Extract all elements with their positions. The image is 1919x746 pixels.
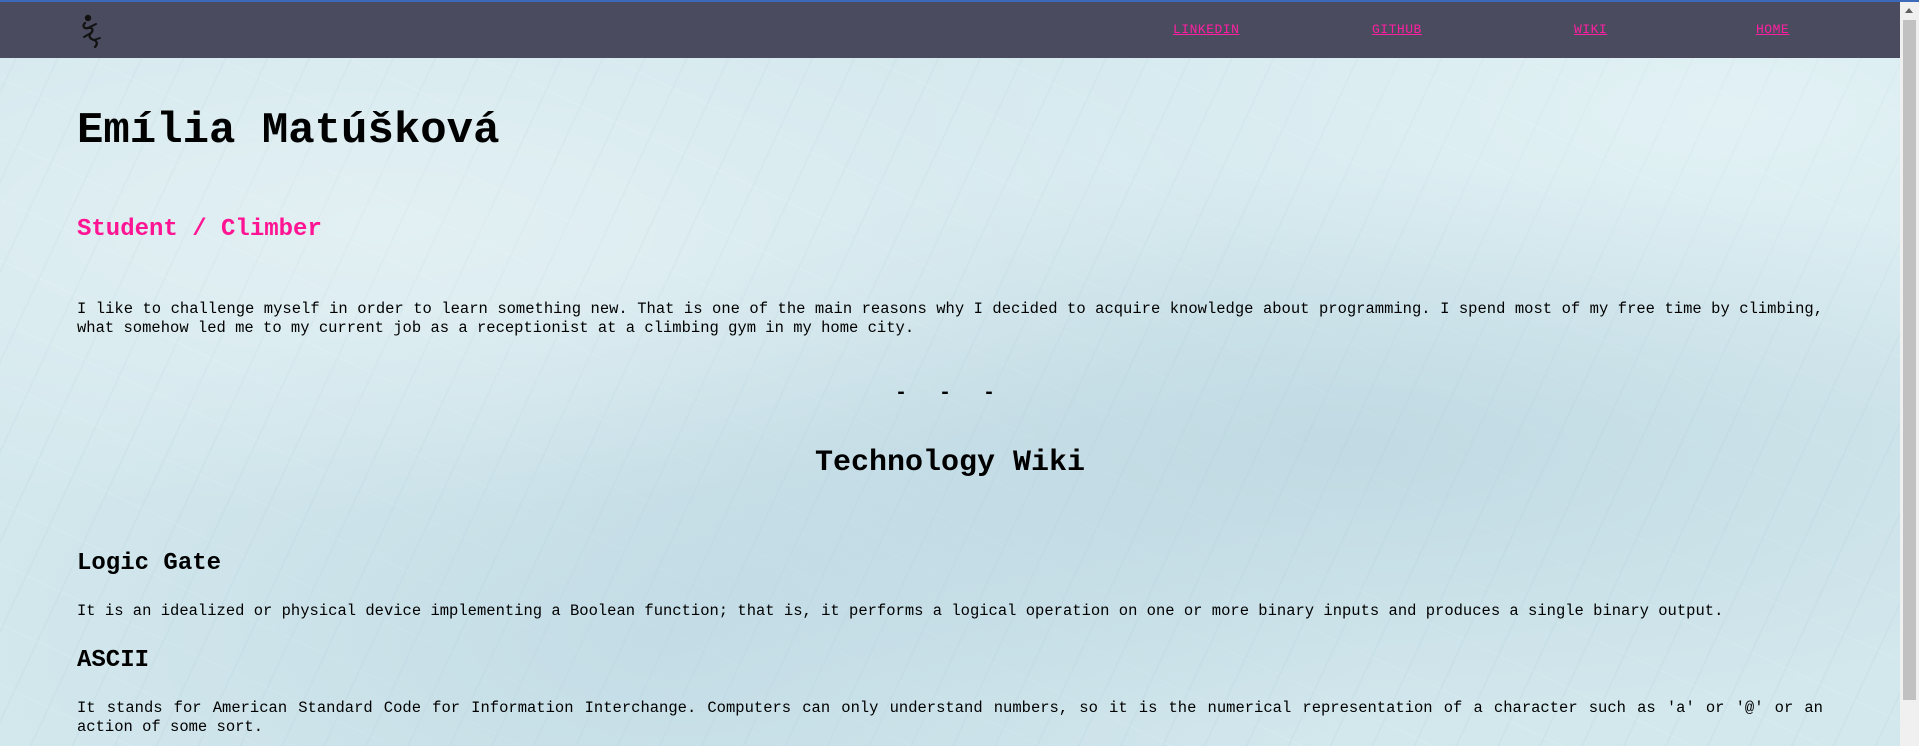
scrollbar-thumb[interactable] — [1903, 20, 1916, 700]
nav-link-wiki[interactable]: WIKI — [1574, 22, 1607, 37]
climber-logo-icon[interactable] — [80, 14, 104, 49]
section-divider: - - - — [894, 382, 1005, 405]
nav-link-home[interactable]: HOME — [1756, 22, 1789, 37]
profile-name: Emília Matúšková — [77, 106, 500, 156]
wiki-section-heading-logic-gate: Logic Gate — [77, 550, 222, 577]
wiki-section-text-ascii: It stands for American Standard Code for… — [77, 699, 1823, 736]
wiki-title: Technology Wiki — [814, 446, 1086, 480]
scroll-up-arrow-icon[interactable] — [1905, 8, 1913, 13]
top-navbar: LINKEDIN GITHUB WIKI HOME — [0, 2, 1900, 58]
wiki-section-text-logic-gate: It is an idealized or physical device im… — [77, 602, 1724, 620]
wiki-section-heading-ascii: ASCII — [77, 647, 150, 674]
vertical-scrollbar[interactable] — [1900, 2, 1919, 746]
profile-subtitle: Student / Climber — [77, 216, 322, 243]
nav-link-linkedin[interactable]: LINKEDIN — [1173, 22, 1239, 37]
nav-link-github[interactable]: GITHUB — [1372, 22, 1422, 37]
profile-intro: I like to challenge myself in order to l… — [77, 300, 1823, 337]
